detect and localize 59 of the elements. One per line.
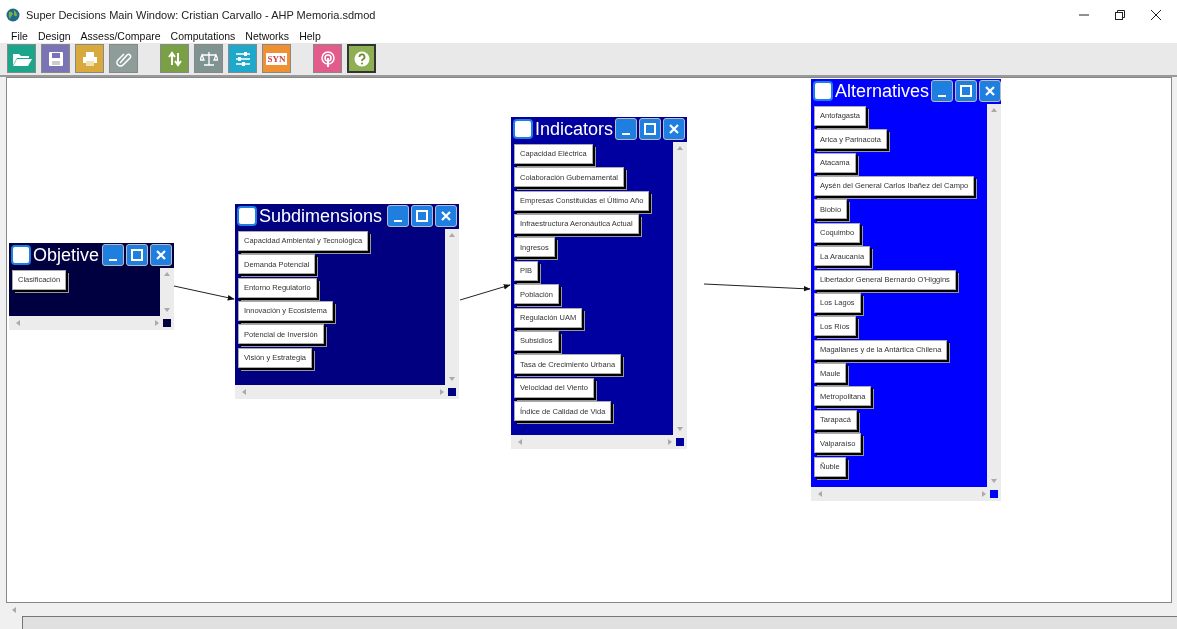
globe-icon — [6, 7, 20, 22]
scale-button[interactable] — [194, 44, 223, 74]
cluster-title-bar[interactable]: Alternatives — [811, 78, 1001, 104]
maximize-icon[interactable] — [411, 205, 433, 228]
minimize-icon[interactable] — [102, 244, 124, 267]
print-button[interactable] — [75, 44, 104, 74]
window-title: Super Decisions Main Window: Cristian Carvallo - AHP Memoria.sdmod — [26, 8, 376, 21]
sliders-button[interactable] — [228, 44, 257, 74]
maximize-icon[interactable] — [126, 244, 148, 267]
syn-button[interactable]: SYN — [262, 44, 291, 74]
resize-grip-icon[interactable] — [448, 387, 456, 396]
connection-arrow — [459, 283, 511, 301]
broadcast-icon — [319, 50, 336, 67]
open-button[interactable] — [7, 44, 36, 74]
menu-item[interactable]: Networks — [240, 29, 295, 42]
checkbox-icon[interactable] — [813, 81, 833, 102]
maximize-icon[interactable] — [955, 80, 978, 103]
cluster-title-bar[interactable]: Subdimensions — [235, 203, 459, 229]
attach-button[interactable] — [109, 44, 138, 74]
cluster-title: Indicators — [535, 120, 614, 139]
close-icon[interactable] — [1151, 9, 1161, 20]
help-icon — [353, 50, 370, 67]
broadcast-button[interactable] — [313, 44, 342, 74]
cluster-title: Subdimensions — [259, 207, 384, 226]
cluster-title-bar[interactable]: Objetive — [9, 242, 174, 268]
close-icon[interactable] — [435, 205, 457, 228]
close-icon[interactable] — [979, 80, 1002, 103]
save-button[interactable] — [41, 44, 70, 74]
checkbox-icon[interactable] — [11, 245, 31, 266]
resize-grip-icon[interactable] — [163, 318, 171, 327]
sliders-icon — [234, 50, 251, 67]
maximize-icon[interactable] — [639, 118, 662, 141]
menu-item[interactable]: Design — [32, 29, 76, 42]
menu-item[interactable]: Help — [294, 29, 326, 42]
close-icon[interactable] — [150, 244, 172, 267]
cluster-window[interactable] — [511, 116, 687, 449]
menu-item[interactable]: Assess/Compare — [75, 29, 166, 42]
minimize-icon[interactable] — [387, 205, 409, 228]
restore-icon[interactable] — [1115, 9, 1125, 20]
cluster-title: Objetive — [33, 246, 100, 265]
cluster-window[interactable] — [811, 78, 1001, 501]
checkbox-icon[interactable] — [513, 119, 533, 140]
close-icon[interactable] — [663, 118, 686, 141]
paperclip-icon — [115, 50, 132, 67]
minimize-icon[interactable] — [931, 80, 954, 103]
printer-icon — [81, 50, 98, 67]
up-down-arrows-icon — [166, 50, 183, 67]
checkbox-icon[interactable] — [237, 206, 257, 227]
resize-grip-icon[interactable] — [990, 489, 998, 498]
resize-grip-icon[interactable] — [676, 437, 684, 446]
cluster-title: Alternatives — [835, 82, 930, 101]
menu-item[interactable]: File — [6, 29, 33, 42]
menu-item[interactable]: Computations — [165, 29, 241, 42]
help-button[interactable] — [347, 44, 376, 74]
update-button[interactable] — [160, 44, 189, 74]
connection-arrow — [173, 285, 235, 301]
balance-scale-icon — [199, 50, 218, 67]
cluster-title-bar[interactable]: Indicators — [511, 116, 687, 142]
minimize-icon[interactable] — [615, 118, 638, 141]
